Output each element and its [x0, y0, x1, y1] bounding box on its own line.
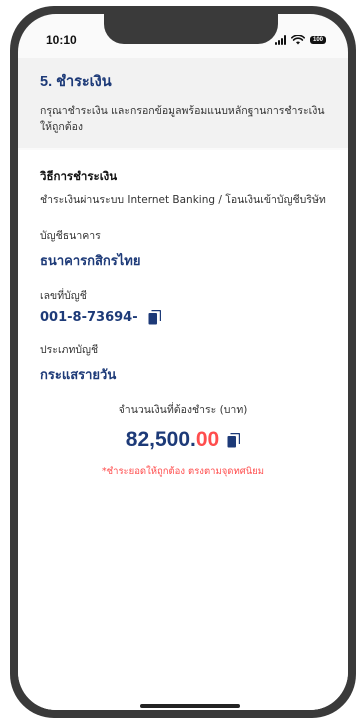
- account-type: กระแสรายวัน: [40, 368, 117, 383]
- status-time: 10:10: [46, 33, 77, 47]
- account-number-value: 001-8-73694-: [40, 310, 326, 325]
- account-type-field: ประเภทบัญชี กระแสรายวัน: [40, 341, 326, 385]
- account-number-field: เลขที่บัญชี 001-8-73694-: [40, 287, 326, 325]
- amount-row: 82,500.00: [40, 428, 326, 452]
- copy-account-icon[interactable]: [148, 310, 161, 325]
- amount-block: จำนวนเงินที่ต้องชำระ (บาท) 82,500.00 *ชำ…: [40, 401, 326, 479]
- bottom-area: [18, 702, 348, 710]
- amount-value: 82,500.00: [126, 428, 219, 452]
- home-indicator: [140, 704, 240, 708]
- bank-name: ธนาคารกสิกรไทย: [40, 254, 141, 269]
- payment-content: วิธีการชำระเงิน ชำระเงินผ่านระบบ Interne…: [18, 150, 348, 710]
- signal-icon: [274, 35, 286, 45]
- battery-icon: 100: [309, 36, 326, 44]
- bank-label: บัญชีธนาคาร: [40, 230, 101, 242]
- status-icons: 100: [274, 35, 326, 45]
- account-number: 001-8-73694-: [40, 310, 138, 325]
- account-type-value: กระแสรายวัน: [40, 364, 326, 385]
- page-description: กรุณาชำระเงิน และกรอกข้อมูลพร้อมแนบหลักฐ…: [40, 105, 325, 133]
- payment-method-desc: ชำระเงินผ่านระบบ Internet Banking / โอนเ…: [40, 194, 326, 206]
- copy-amount-icon[interactable]: [227, 432, 241, 448]
- amount-decimal: 00: [195, 428, 220, 451]
- amount-integer: 82,500.: [125, 428, 196, 451]
- status-bar: 10:10 100: [18, 14, 348, 58]
- account-type-label: ประเภทบัญชี: [40, 344, 99, 356]
- wifi-icon: [290, 35, 305, 45]
- phone-frame: 10:10 100 5. ชำระเงิน กรุณาชำระเงิน และก…: [10, 6, 356, 718]
- bank-value: ธนาคารกสิกรไทย: [40, 250, 326, 271]
- amount-note: *ชำระยอดให้ถูกต้อง ตรงตามจุดทศนิยม: [101, 466, 265, 477]
- step-header: 5. ชำระเงิน กรุณาชำระเงิน และกรอกข้อมูลพ…: [18, 58, 348, 148]
- screen: 10:10 100 5. ชำระเงิน กรุณาชำระเงิน และก…: [18, 14, 348, 710]
- account-number-label: เลขที่บัญชี: [40, 290, 87, 302]
- bank-field: บัญชีธนาคาร ธนาคารกสิกรไทย: [40, 227, 326, 271]
- payment-method-title: วิธีการชำระเงิน: [40, 169, 118, 183]
- page-title: 5. ชำระเงิน: [40, 74, 112, 90]
- amount-label: จำนวนเงินที่ต้องชำระ (บาท): [118, 404, 248, 416]
